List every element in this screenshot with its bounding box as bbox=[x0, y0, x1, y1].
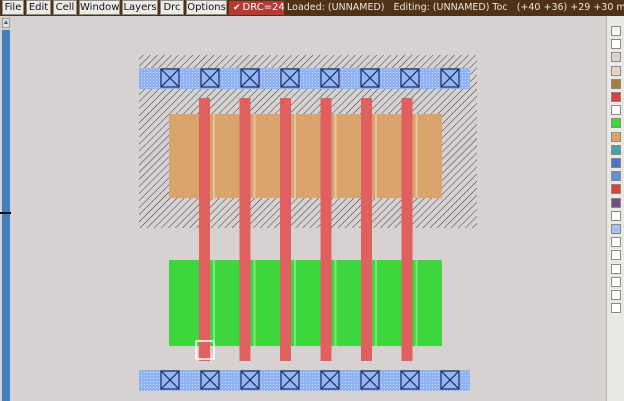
layer-swatch-hatch[interactable] bbox=[611, 52, 621, 63]
menu-file[interactable]: File bbox=[2, 0, 24, 15]
layer-swatch-blank7[interactable] bbox=[611, 290, 621, 300]
layer-swatch-ltblue-cross[interactable] bbox=[611, 171, 621, 182]
contact-cross-icon[interactable] bbox=[200, 370, 220, 390]
diffusion-edge-marker bbox=[294, 114, 296, 198]
layer-swatch-blank2[interactable] bbox=[611, 210, 621, 221]
drc-count: DRC=24 bbox=[242, 2, 285, 13]
diffusion-edge-marker bbox=[375, 114, 377, 198]
layer-swatch-blank4[interactable] bbox=[611, 250, 621, 261]
menu-window[interactable]: Window bbox=[79, 0, 120, 15]
contact-cross-icon[interactable] bbox=[240, 370, 260, 390]
layer-swatch-blank5[interactable] bbox=[611, 263, 621, 274]
poly-gate-finger[interactable] bbox=[361, 98, 372, 361]
layer-swatch-rose[interactable] bbox=[611, 65, 621, 76]
drc-status-badge[interactable]: ✔ DRC=24 bbox=[229, 1, 285, 15]
contact-cross-icon[interactable] bbox=[160, 370, 180, 390]
scrollbar-thumb[interactable] bbox=[0, 212, 11, 214]
layer-swatch-blank8[interactable] bbox=[611, 303, 621, 314]
diffusion-edge-marker bbox=[415, 114, 418, 198]
loaded-status: Loaded: (UNNAMED) bbox=[287, 2, 385, 13]
diffusion-edge-marker bbox=[294, 260, 296, 346]
contact-cross-icon[interactable] bbox=[160, 68, 180, 88]
scroll-up-arrow-icon[interactable] bbox=[2, 18, 10, 28]
contact-cross-icon[interactable] bbox=[400, 370, 420, 390]
layer-swatch-brown[interactable] bbox=[611, 78, 621, 89]
contact-cross-icon[interactable] bbox=[440, 68, 460, 88]
menu-options[interactable]: Options bbox=[186, 0, 227, 15]
diffusion-edge-marker bbox=[213, 260, 215, 346]
menu-cell[interactable]: Cell bbox=[53, 0, 77, 15]
layer-swatch-metal1[interactable] bbox=[611, 224, 621, 234]
diffusion-edge-marker bbox=[253, 260, 256, 346]
contact-cross-icon[interactable] bbox=[240, 68, 260, 88]
layer-swatch-teal-cross[interactable] bbox=[611, 144, 621, 155]
layer-swatch-purple-cross[interactable] bbox=[611, 197, 621, 208]
status-line: Loaded: (UNNAMED) Editing: (UNNAMED) Toc… bbox=[287, 0, 624, 16]
contact-cross-icon[interactable] bbox=[360, 370, 380, 390]
layer-palette bbox=[606, 16, 624, 401]
scrollbar-track[interactable] bbox=[2, 30, 10, 401]
contact-cross-icon[interactable] bbox=[320, 68, 340, 88]
layer-swatch-blue-cross[interactable] bbox=[611, 158, 621, 168]
menu-layers[interactable]: Layers bbox=[122, 0, 158, 15]
poly-gate-finger[interactable] bbox=[320, 98, 332, 361]
poly-gate-finger[interactable] bbox=[401, 98, 413, 361]
layer-swatch-red2[interactable] bbox=[611, 184, 621, 195]
diffusion-edge-marker bbox=[334, 260, 337, 346]
menu-bar: File Edit Cell Window Layers Drc Options… bbox=[0, 0, 624, 16]
layer-swatch-blank[interactable] bbox=[611, 105, 621, 116]
layer-swatch-tan[interactable] bbox=[611, 131, 621, 142]
diffusion-edge-marker bbox=[334, 114, 337, 198]
editing-status: Editing: (UNNAMED) Toc bbox=[393, 2, 508, 13]
cursor-coordinates: (+40 +36) +29 +30 microns bbox=[516, 2, 624, 13]
layer-swatch-green[interactable] bbox=[611, 118, 621, 129]
vertical-scrollbar[interactable] bbox=[0, 16, 11, 401]
contact-cross-icon[interactable] bbox=[440, 370, 460, 390]
layer-swatch-blank3[interactable] bbox=[611, 237, 621, 248]
contact-cross-icon[interactable] bbox=[360, 68, 380, 88]
checkmark-icon: ✔ bbox=[233, 3, 241, 13]
metal1-top-rail[interactable] bbox=[139, 68, 470, 89]
layer-swatch-outline[interactable] bbox=[611, 39, 621, 50]
diffusion-edge-marker bbox=[253, 114, 256, 198]
menu-drc[interactable]: Drc bbox=[160, 0, 184, 15]
poly-gate-finger[interactable] bbox=[239, 98, 251, 361]
contact-cross-icon[interactable] bbox=[280, 68, 300, 88]
metal1-bottom-rail[interactable] bbox=[139, 370, 470, 391]
poly-gate-finger[interactable] bbox=[280, 98, 291, 361]
diffusion-edge-marker bbox=[213, 114, 215, 198]
diffusion-edge-marker bbox=[415, 260, 418, 346]
contact-cross-icon[interactable] bbox=[400, 68, 420, 88]
layer-swatch-blank6[interactable] bbox=[611, 276, 621, 287]
menu-edit[interactable]: Edit bbox=[26, 0, 51, 15]
contact-cross-icon[interactable] bbox=[320, 370, 340, 390]
diffusion-edge-marker bbox=[375, 260, 377, 346]
poly-gate-finger[interactable] bbox=[199, 98, 210, 361]
layer-swatch-white[interactable] bbox=[611, 26, 621, 36]
layer-swatch-red[interactable] bbox=[611, 92, 621, 102]
contact-cross-icon[interactable] bbox=[200, 68, 220, 88]
layout-canvas[interactable] bbox=[11, 16, 606, 401]
contact-cross-icon[interactable] bbox=[280, 370, 300, 390]
